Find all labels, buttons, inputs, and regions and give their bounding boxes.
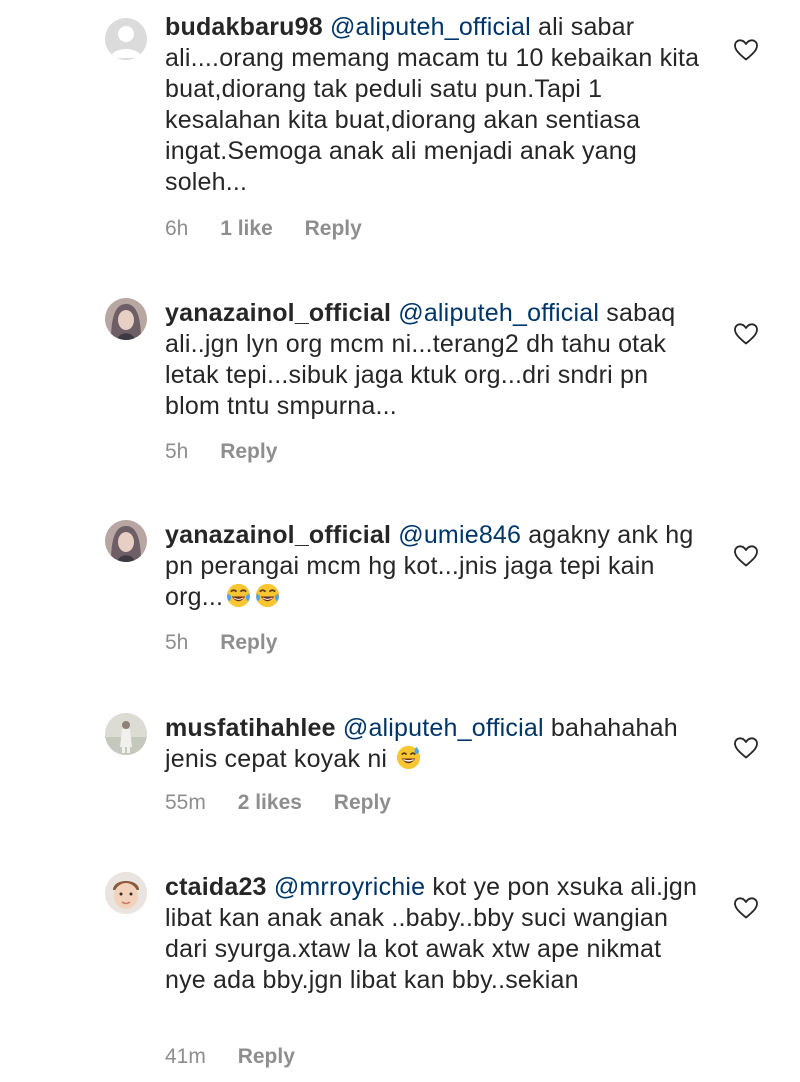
comment-meta: 55m 2 likes Reply xyxy=(165,791,417,815)
default-avatar-icon xyxy=(105,18,147,60)
heart-icon[interactable] xyxy=(733,322,759,346)
reply-button[interactable]: Reply xyxy=(238,1045,295,1068)
comment-body: yanazainol_official @umie846 agakny ank … xyxy=(165,520,705,613)
comment-time: 5h xyxy=(165,631,189,654)
comment-mention[interactable]: @aliputeh_official xyxy=(330,13,531,41)
reply-button[interactable]: Reply xyxy=(220,631,277,654)
user-photo xyxy=(105,713,147,755)
comment-likes[interactable]: 1 like xyxy=(220,217,273,240)
comment-body: ctaida23 @mrroyrichie kot ye pon xsuka a… xyxy=(165,872,705,996)
tears-of-joy-emoji xyxy=(256,583,280,608)
avatar[interactable] xyxy=(105,713,147,755)
user-photo xyxy=(105,872,147,914)
comment-mention[interactable]: @mrroyrichie xyxy=(274,873,425,901)
comment-time: 41m xyxy=(165,1045,206,1068)
comment-time: 6h xyxy=(165,217,189,240)
heart-icon[interactable] xyxy=(733,896,759,920)
avatar[interactable] xyxy=(105,872,147,914)
comment-meta: 5h Reply xyxy=(165,631,303,655)
heart-icon[interactable] xyxy=(733,38,759,62)
comment-username[interactable]: yanazainol_official xyxy=(165,299,391,327)
comment-username[interactable]: budakbaru98 xyxy=(165,13,323,41)
comment-time: 5h xyxy=(165,440,189,463)
reply-button[interactable]: Reply xyxy=(305,217,362,240)
avatar[interactable] xyxy=(105,298,147,340)
comment-body: yanazainol_official @aliputeh_official s… xyxy=(165,298,705,422)
comment-mention[interactable]: @aliputeh_official xyxy=(398,299,599,327)
comment-username[interactable]: musfatihahlee xyxy=(165,714,336,742)
comment-body: budakbaru98 @aliputeh_official ali sabar… xyxy=(165,12,705,198)
comment-mention[interactable]: @aliputeh_official xyxy=(343,714,544,742)
grinning-sweat-emoji xyxy=(397,745,421,770)
user-photo xyxy=(105,298,147,340)
user-photo xyxy=(105,520,147,562)
comment-likes[interactable]: 2 likes xyxy=(238,791,302,814)
comment-meta: 5h Reply xyxy=(165,440,303,464)
comment-mention[interactable]: @umie846 xyxy=(398,521,521,549)
heart-icon[interactable] xyxy=(733,736,759,760)
comment-username[interactable]: yanazainol_official xyxy=(165,521,391,549)
reply-button[interactable]: Reply xyxy=(334,791,391,814)
comment-meta: 41m Reply xyxy=(165,1045,321,1069)
tears-of-joy-emoji xyxy=(227,583,251,608)
reply-button[interactable]: Reply xyxy=(220,440,277,463)
comment-time: 55m xyxy=(165,791,206,814)
comment-body: musfatihahlee @aliputeh_official bahahah… xyxy=(165,713,705,775)
avatar[interactable] xyxy=(105,18,147,60)
comment-username[interactable]: ctaida23 xyxy=(165,873,267,901)
comment-meta: 6h 1 like Reply xyxy=(165,217,388,241)
avatar[interactable] xyxy=(105,520,147,562)
heart-icon[interactable] xyxy=(733,544,759,568)
